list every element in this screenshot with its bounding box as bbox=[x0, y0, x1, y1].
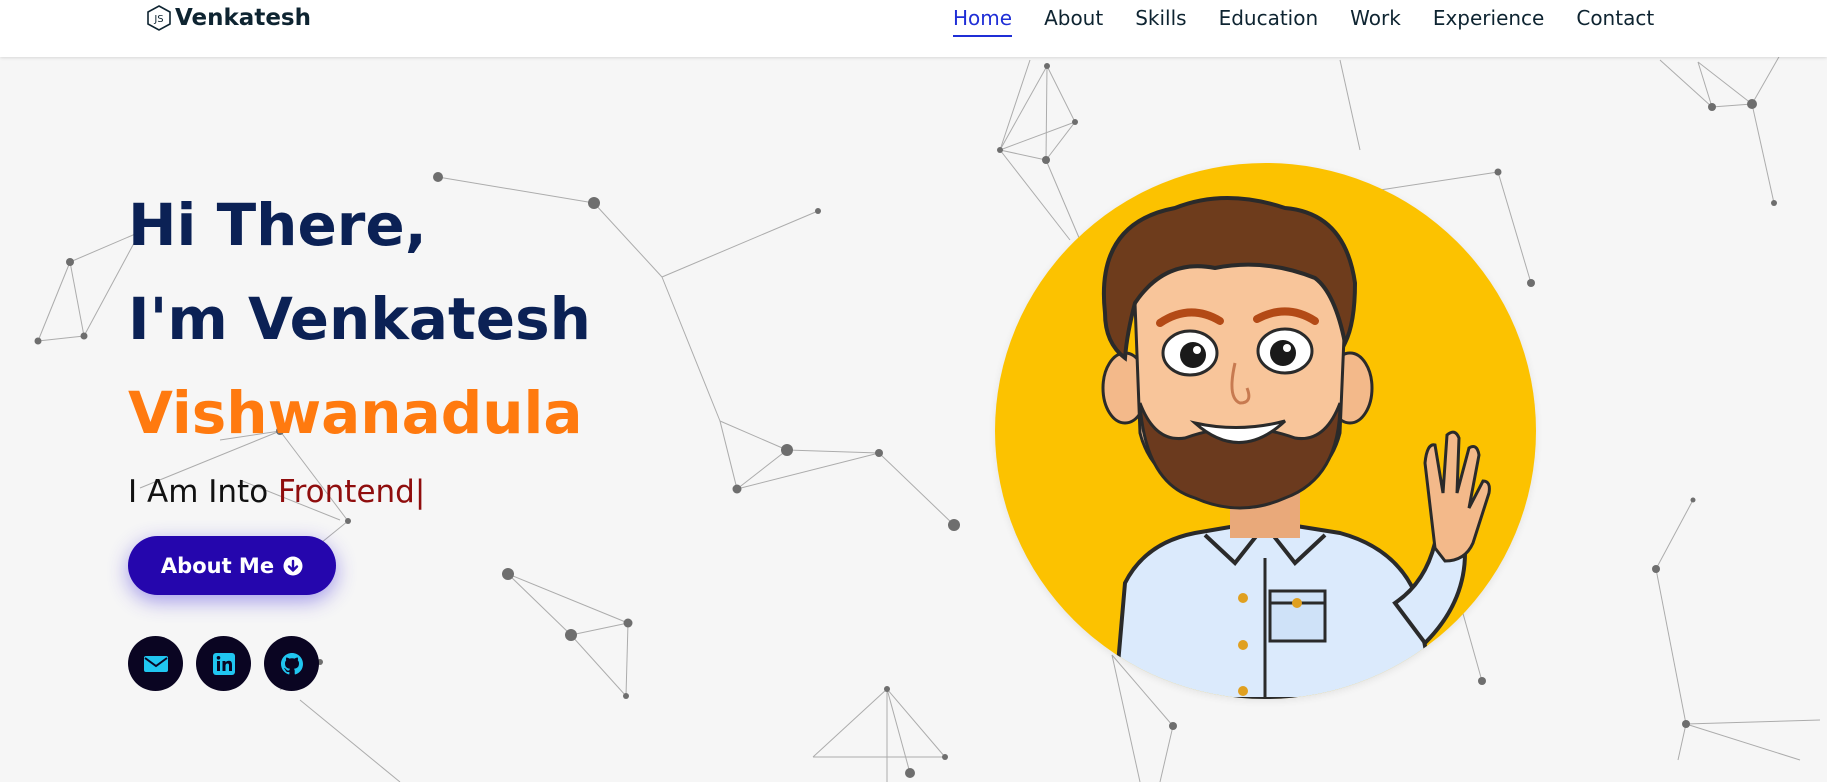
typing-prefix: I Am Into bbox=[128, 474, 269, 510]
nav-link-experience[interactable]: Experience bbox=[1433, 6, 1545, 30]
waving-man-avatar-icon bbox=[1101, 196, 1491, 699]
brand-name: Venkatesh bbox=[175, 5, 311, 31]
typing-role: Frontend bbox=[278, 474, 415, 510]
hero-intro-line: I'm Venkatesh bbox=[128, 285, 591, 353]
brand-logo[interactable]: JS Venkatesh bbox=[146, 0, 311, 36]
typing-text: I Am Into Frontend| bbox=[128, 474, 591, 510]
github-icon bbox=[280, 652, 303, 674]
nav-link-skills[interactable]: Skills bbox=[1135, 6, 1186, 30]
social-links bbox=[128, 636, 332, 691]
hero-greeting: Hi There, bbox=[128, 191, 427, 259]
email-link[interactable] bbox=[128, 636, 183, 691]
hero-intro: Hi There, I'm Venkatesh Vishwanadula I A… bbox=[128, 178, 591, 510]
nav-links: Home About Skills Education Work Experie… bbox=[953, 0, 1686, 37]
arrow-down-circle-icon bbox=[283, 556, 303, 575]
profile-avatar bbox=[995, 163, 1536, 699]
svg-text:JS: JS bbox=[153, 14, 163, 25]
about-me-button-label: About Me bbox=[160, 553, 275, 578]
linkedin-link[interactable] bbox=[196, 636, 251, 691]
about-me-button[interactable]: About Me bbox=[128, 536, 336, 595]
nav-link-home[interactable]: Home bbox=[953, 6, 1013, 37]
nodejs-hexagon-icon: JS bbox=[147, 5, 171, 31]
github-link[interactable] bbox=[264, 636, 319, 691]
envelope-icon bbox=[143, 655, 168, 672]
linkedin-icon bbox=[212, 652, 235, 675]
nav-link-education[interactable]: Education bbox=[1219, 6, 1319, 30]
top-navbar: JS Venkatesh Home About Skills Education… bbox=[0, 0, 1827, 57]
hero-name: Vishwanadula bbox=[128, 379, 583, 447]
nav-link-contact[interactable]: Contact bbox=[1576, 6, 1654, 30]
nav-link-about[interactable]: About bbox=[1044, 6, 1103, 30]
nav-link-work[interactable]: Work bbox=[1350, 6, 1401, 30]
typing-cursor: | bbox=[414, 474, 426, 510]
